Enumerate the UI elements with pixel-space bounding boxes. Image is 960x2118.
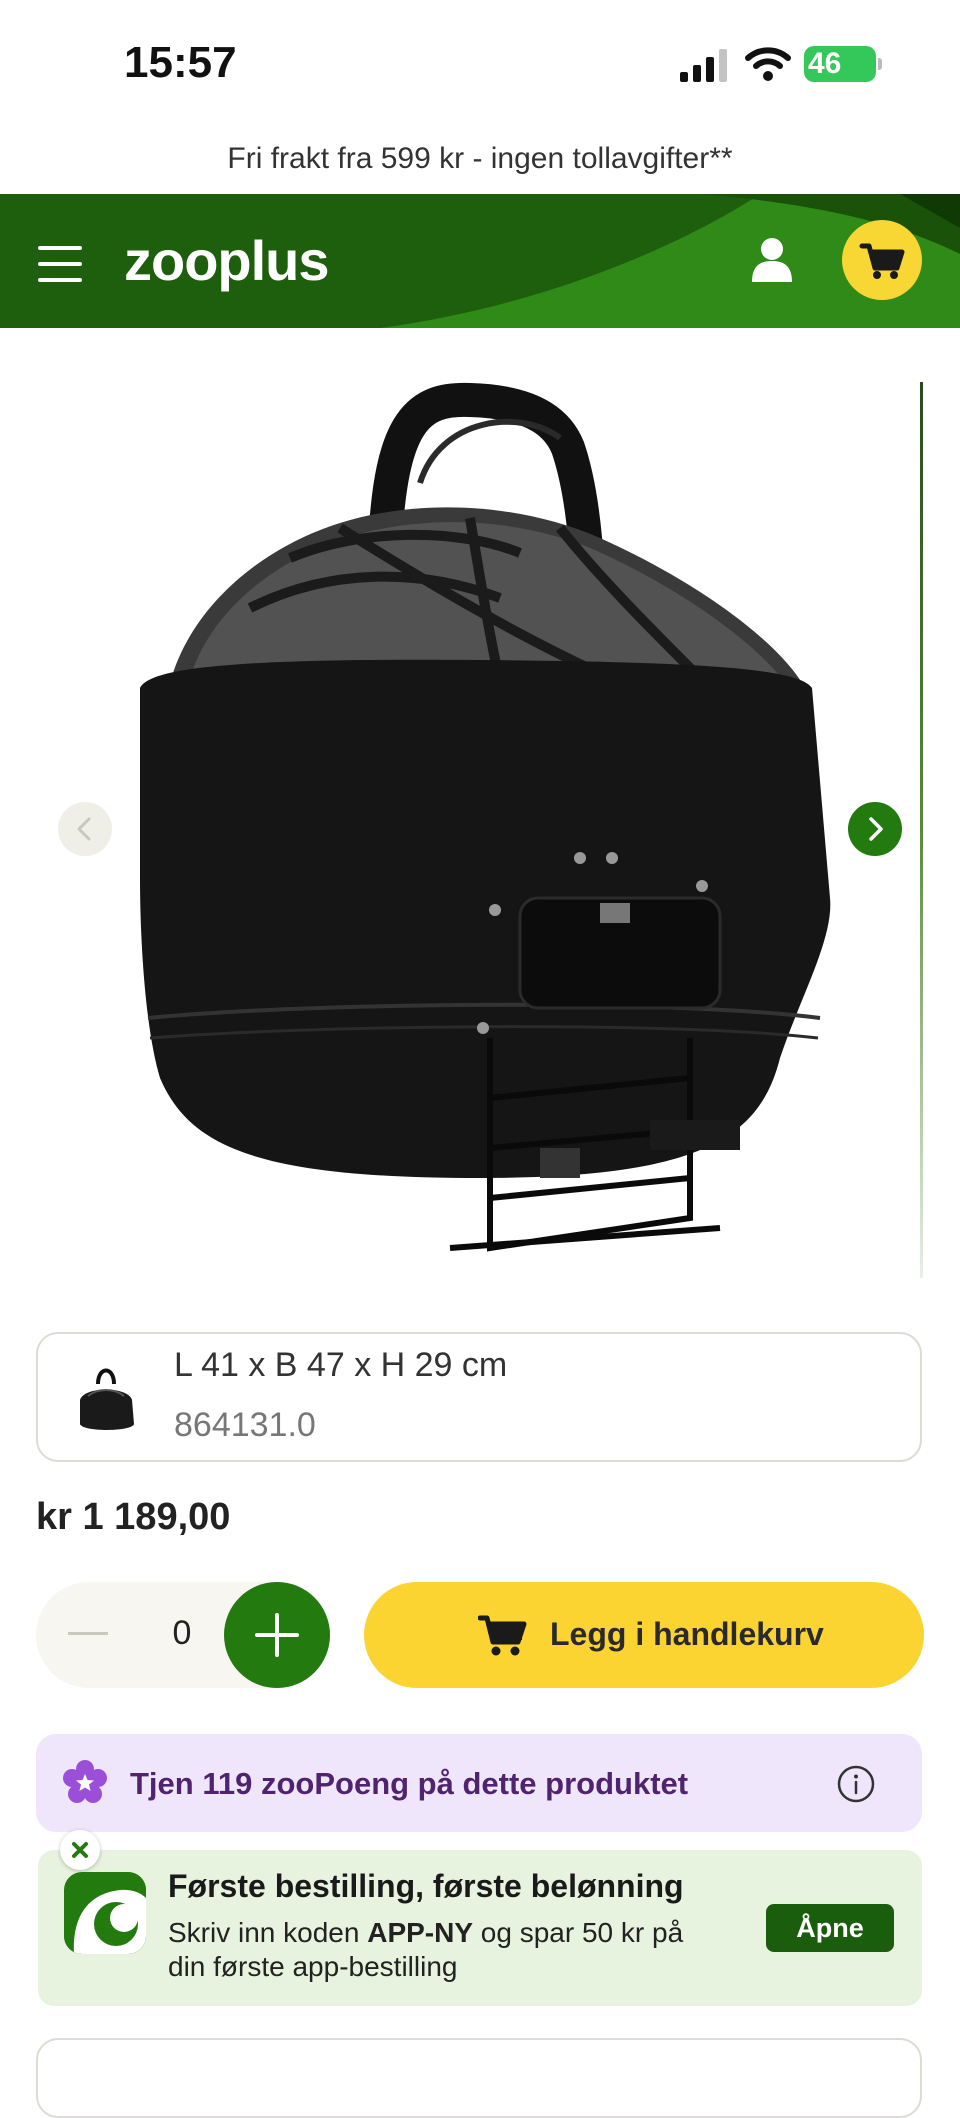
carousel-next-button[interactable] xyxy=(848,802,902,856)
user-icon[interactable] xyxy=(750,236,794,282)
wifi-icon xyxy=(745,47,791,81)
cart-button[interactable] xyxy=(842,220,922,300)
carousel-prev-button[interactable] xyxy=(58,802,112,856)
chevron-left-icon xyxy=(77,817,91,841)
quantity-increase-button[interactable] xyxy=(224,1582,330,1688)
variant-size: L 41 x B 47 x H 29 cm xyxy=(174,1346,508,1384)
product-price: kr 1 189,00 xyxy=(36,1496,231,1538)
status-time: 15:57 xyxy=(124,38,237,87)
cellular-signal-icon xyxy=(680,49,727,82)
close-banner-button[interactable] xyxy=(60,1830,100,1870)
battery-level: 46 xyxy=(808,47,842,80)
close-icon xyxy=(72,1842,88,1858)
zoopoints-flower-icon xyxy=(63,1760,107,1803)
next-image-peek xyxy=(920,382,923,1278)
app-banner-title: Første bestilling, første belønning xyxy=(168,1868,684,1904)
cart-icon xyxy=(478,1615,527,1656)
quantity-value[interactable]: 0 xyxy=(170,1614,194,1653)
plus-icon xyxy=(255,1613,299,1657)
menu-icon[interactable] xyxy=(38,246,86,282)
next-section-card xyxy=(36,2038,922,2118)
cart-icon xyxy=(859,243,905,279)
open-app-button[interactable]: Åpne xyxy=(766,1904,894,1952)
loyalty-points-text: Tjen 119 zooPoeng på dette produktet xyxy=(130,1766,689,1801)
quantity-decrease-button[interactable] xyxy=(68,1632,108,1635)
promo-banner[interactable]: Fri frakt fra 599 kr - ingen tollavgifte… xyxy=(0,142,960,176)
battery-icon: 46 xyxy=(804,46,882,82)
info-icon[interactable] xyxy=(836,1764,876,1804)
app-banner-text-before: Skriv inn koden xyxy=(168,1917,368,1948)
product-image[interactable] xyxy=(0,378,960,1278)
chevron-right-icon xyxy=(869,817,883,841)
app-banner-text: Skriv inn koden APP-NY og spar 50 kr på … xyxy=(168,1916,728,1984)
zooplus-app-icon xyxy=(64,1872,146,1954)
variant-thumbnail xyxy=(80,1368,134,1430)
zooplus-logo[interactable]: zooplus xyxy=(124,228,330,293)
promo-code: APP-NY xyxy=(367,1917,474,1948)
variant-sku: 864131.0 xyxy=(174,1406,316,1444)
add-to-cart-label: Legg i handlekurv xyxy=(550,1616,824,1652)
